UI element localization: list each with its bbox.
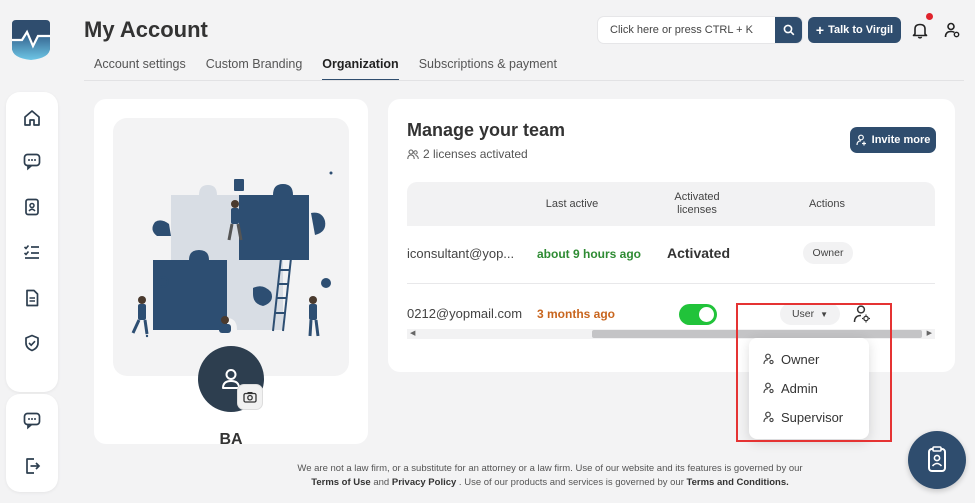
home-icon[interactable] (22, 108, 42, 128)
search-icon (783, 24, 794, 36)
contact-card-icon[interactable] (22, 197, 42, 217)
profile-initials: BA (219, 431, 243, 444)
tab-subscriptions-payment[interactable]: Subscriptions & payment (419, 57, 557, 81)
plus-icon: + (815, 22, 825, 38)
role-option-label: Admin (781, 380, 818, 396)
account-tabs: Account settings Custom Branding Organiz… (94, 57, 577, 81)
sidebar-nav-main (6, 92, 58, 392)
feedback-chat-icon[interactable] (22, 410, 42, 430)
tab-account-settings[interactable]: Account settings (94, 57, 186, 81)
role-select-value: User (791, 308, 815, 320)
licenses-count: 2 licenses activated (407, 147, 528, 161)
notification-badge (926, 13, 933, 20)
document-icon[interactable] (22, 288, 42, 308)
team-title: Manage your team (407, 120, 566, 140)
logout-icon[interactable] (22, 456, 42, 476)
user-role-icon (763, 382, 774, 394)
column-activated-licenses: Activated licenses (674, 191, 720, 216)
scroll-left-icon[interactable]: ◀ (410, 329, 415, 339)
terms-conditions-link[interactable]: Terms and Conditions. (687, 477, 789, 488)
scroll-right-icon[interactable]: ▶ (927, 329, 932, 339)
users-icon (407, 148, 419, 159)
member-email: 0212@yopmail.com (407, 306, 523, 321)
member-last-active: 3 months ago (537, 307, 616, 321)
terms-of-use-link[interactable]: Terms of Use (311, 477, 370, 488)
user-role-icon (763, 411, 774, 423)
change-photo-button[interactable] (237, 384, 263, 410)
search-button[interactable] (775, 17, 802, 43)
team-puzzle-illustration (113, 118, 349, 376)
role-dropdown-menu: Owner Admin Supervisor (749, 338, 869, 439)
manage-team-card: Manage your team 2 licenses activated In… (388, 99, 955, 372)
role-option-admin[interactable]: Admin (763, 378, 818, 398)
column-actions: Actions (808, 198, 846, 210)
tab-organization[interactable]: Organization (322, 57, 399, 81)
footer-line-2: Terms of Use and Privacy Policy . Use of… (200, 476, 900, 490)
role-pill-owner[interactable]: Owner (803, 242, 853, 264)
footer-line-1: We are not a law firm, or a substitute f… (297, 463, 803, 474)
talk-to-virgil-button[interactable]: + Talk to Virgil (808, 17, 901, 43)
sidebar (0, 0, 66, 503)
chat-icon[interactable] (22, 151, 42, 171)
role-option-label: Owner (781, 351, 820, 367)
licenses-label: 2 licenses activated (423, 147, 528, 161)
member-license-status: Activated (667, 245, 731, 261)
license-toggle[interactable] (679, 304, 717, 325)
member-email: iconsultant@yop... (407, 246, 515, 261)
invite-more-button[interactable]: Invite more (850, 127, 936, 153)
privacy-policy-link[interactable]: Privacy Policy (392, 477, 456, 488)
sidebar-nav-bottom (6, 394, 58, 492)
footer-mid: . Use of our products and services is go… (456, 477, 687, 488)
brand-logo[interactable] (8, 14, 54, 64)
shield-check-icon[interactable] (22, 333, 42, 353)
assistant-fab-button[interactable] (908, 431, 966, 489)
tab-custom-branding[interactable]: Custom Branding (206, 57, 303, 81)
member-last-active: about 9 hours ago (537, 247, 642, 261)
role-select[interactable]: User ▼ (780, 303, 840, 325)
user-add-icon (856, 134, 866, 146)
user-profile-icon[interactable] (942, 20, 962, 40)
contact-badge-icon (928, 446, 946, 472)
profile-card: BA (94, 99, 368, 444)
search-input[interactable] (598, 17, 774, 43)
table-header: Last active Activated licenses Actions (407, 182, 935, 226)
team-table: Last active Activated licenses Actions i… (407, 182, 955, 340)
tabs-divider (84, 80, 964, 81)
user-role-icon (763, 353, 774, 365)
page-title: My Account (84, 17, 208, 42)
bell-icon[interactable] (910, 20, 930, 40)
caret-down-icon: ▼ (820, 309, 829, 319)
role-option-supervisor[interactable]: Supervisor (763, 407, 843, 427)
user-settings-icon[interactable] (851, 303, 873, 325)
talk-button-label: Talk to Virgil (828, 24, 894, 36)
search-bar (598, 17, 802, 43)
role-option-owner[interactable]: Owner (763, 349, 819, 369)
invite-label: Invite more (871, 134, 931, 146)
camera-icon (243, 392, 257, 403)
scrollbar-thumb[interactable] (592, 330, 922, 338)
row-divider (407, 283, 935, 284)
checklist-icon[interactable] (22, 242, 42, 262)
column-last-active: Last active (545, 198, 599, 210)
footer-disclaimer: We are not a law firm, or a substitute f… (200, 462, 900, 490)
role-option-label: Supervisor (781, 409, 844, 425)
footer-and: and (370, 477, 392, 488)
